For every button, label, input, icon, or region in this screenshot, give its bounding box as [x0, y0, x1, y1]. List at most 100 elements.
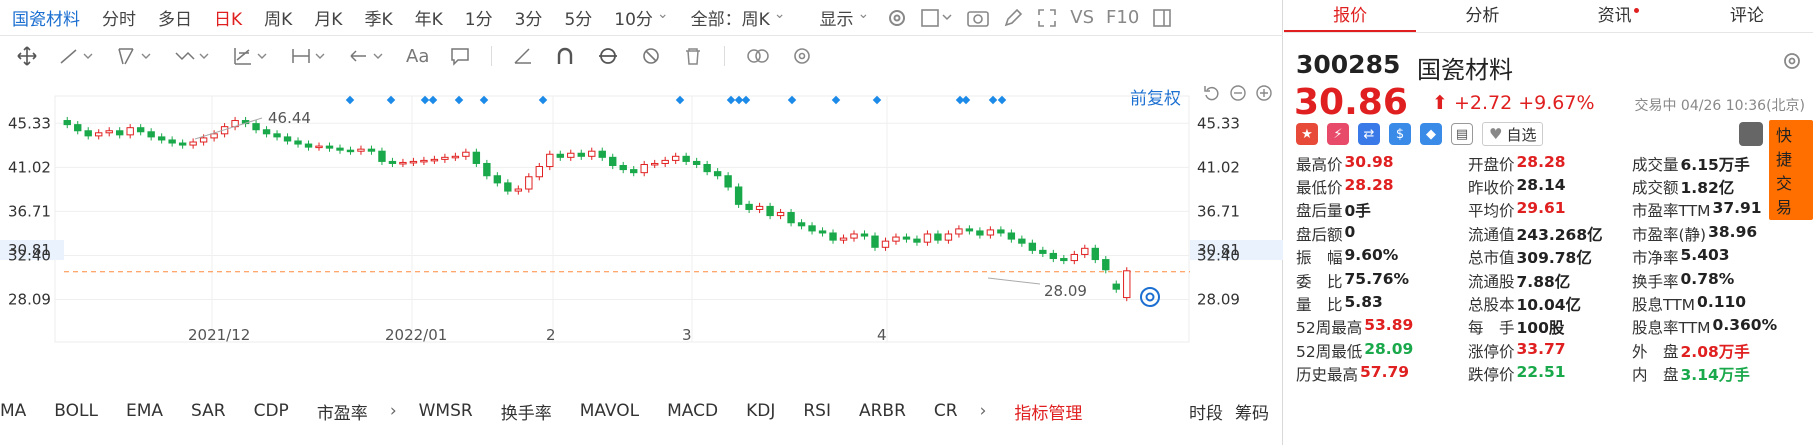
- drawing-toolbar: Aa: [0, 36, 1283, 76]
- panel-toggle-icon[interactable]: [1145, 7, 1179, 29]
- event-marker[interactable]: [428, 95, 438, 105]
- fib-tool-icon[interactable]: [232, 45, 270, 67]
- indicator-tab[interactable]: SAR: [177, 401, 240, 421]
- vs-button[interactable]: VS: [1064, 7, 1100, 28]
- margin-icon[interactable]: ⚡: [1327, 123, 1349, 145]
- stats-row: 委 比 75.76% 流通股 7.88亿 换手率 0.78%: [1284, 269, 1813, 292]
- connect-icon[interactable]: ⇄: [1358, 123, 1380, 145]
- event-marker[interactable]: [479, 95, 489, 105]
- line-tool-icon[interactable]: [58, 45, 96, 67]
- camera-icon[interactable]: [960, 7, 996, 29]
- indicator-tab[interactable]: 市盈率: [303, 399, 382, 424]
- period-tab[interactable]: 周K: [253, 5, 303, 30]
- hide-drawing-icon[interactable]: [640, 45, 662, 67]
- event-marker[interactable]: [872, 95, 882, 105]
- ruler-tool-icon[interactable]: [512, 45, 534, 67]
- indicator-tab[interactable]: RSI: [789, 401, 845, 421]
- stats-row: 52周最高 53.89 每 手 100股 股息率TTM 0.360%: [1284, 316, 1813, 339]
- watchlist-button[interactable]: ♥ 自选: [1482, 122, 1544, 146]
- indicator-management-button[interactable]: 指标管理: [994, 399, 1102, 424]
- period-tab[interactable]: 5分: [553, 5, 603, 30]
- settings-icon[interactable]: [880, 7, 914, 29]
- event-marker[interactable]: [961, 95, 971, 105]
- scope-dropdown[interactable]: 全部：周K: [680, 5, 797, 30]
- trash-icon[interactable]: [682, 45, 704, 67]
- at-icon[interactable]: [1140, 287, 1160, 307]
- move-icon[interactable]: [16, 45, 38, 67]
- indicator-tab[interactable]: WMSR: [405, 401, 487, 421]
- arrow-tool-icon[interactable]: [348, 45, 386, 67]
- period-tab[interactable]: 年K: [404, 5, 454, 30]
- bell-icon[interactable]: [1739, 122, 1763, 146]
- event-marker[interactable]: [345, 95, 355, 105]
- indicator-tab[interactable]: ARBR: [845, 401, 920, 421]
- magnet-icon[interactable]: [554, 45, 576, 67]
- tag-icon[interactable]: ◆: [1420, 123, 1442, 145]
- stock-name-link[interactable]: 国瓷材料: [0, 5, 91, 30]
- indicator-tab[interactable]: 换手率: [487, 399, 566, 424]
- dollar-icon[interactable]: $: [1389, 123, 1411, 145]
- stat-value: 243.268亿: [1516, 225, 1603, 244]
- stat-value: 309.78亿: [1516, 249, 1592, 268]
- period-tab[interactable]: 分时: [91, 5, 147, 30]
- candle-body: [472, 151, 481, 164]
- period-tab-active[interactable]: 日K: [203, 5, 253, 30]
- candle-body: [923, 233, 932, 243]
- comment-tool-icon[interactable]: [449, 45, 471, 67]
- candle-body: [619, 165, 627, 171]
- event-marker[interactable]: [741, 95, 751, 105]
- range-tool-icon[interactable]: [290, 45, 328, 67]
- stat-value: 33.77: [1516, 339, 1566, 358]
- square-dropdown-icon[interactable]: [914, 7, 960, 29]
- event-marker[interactable]: [726, 95, 736, 105]
- candle-body: [703, 163, 711, 173]
- indicator-tab[interactable]: MA: [0, 401, 40, 421]
- china-flag-icon[interactable]: ★: [1296, 123, 1318, 145]
- session-tab[interactable]: 时段: [1189, 399, 1223, 424]
- pencil-icon[interactable]: [996, 7, 1030, 29]
- event-marker[interactable]: [386, 95, 396, 105]
- lock-drawing-icon[interactable]: [596, 45, 620, 67]
- chevron-right-icon[interactable]: ›: [382, 401, 405, 421]
- stat-label: 盘后量: [1296, 202, 1343, 221]
- indicator-tab[interactable]: KDJ: [732, 401, 789, 421]
- chip-tab[interactable]: 筹码: [1235, 399, 1269, 424]
- event-marker[interactable]: [420, 95, 430, 105]
- fullscreen-icon[interactable]: [1030, 7, 1064, 29]
- chevron-right-icon[interactable]: ›: [972, 401, 995, 421]
- candlestick-chart[interactable]: 30.81 30.81 46.44 28.09 2021/12 2022/01 …: [0, 76, 1283, 386]
- period-tab[interactable]: 3分: [504, 5, 554, 30]
- stat-label: 内 盘: [1632, 366, 1679, 385]
- indicator-tab[interactable]: BOLL: [40, 401, 112, 421]
- event-marker[interactable]: [675, 95, 685, 105]
- wave-tool-icon[interactable]: [174, 45, 212, 67]
- stock-name: 国瓷材料: [1417, 56, 1513, 84]
- f10-button[interactable]: F10: [1100, 7, 1145, 28]
- indicator-tab[interactable]: MAVOL: [566, 401, 653, 421]
- candle-body: [965, 228, 974, 232]
- event-marker[interactable]: [831, 95, 841, 105]
- channel-tool-icon[interactable]: [116, 45, 154, 67]
- period-tab[interactable]: 季K: [353, 5, 403, 30]
- period-tab[interactable]: 1分: [454, 5, 504, 30]
- text-tool-icon[interactable]: Aa: [406, 46, 429, 67]
- period-tab[interactable]: 10分: [603, 5, 679, 30]
- event-marker[interactable]: [988, 95, 998, 105]
- indicator-tab[interactable]: CDP: [240, 401, 303, 421]
- candle-body: [1091, 247, 1099, 261]
- overlay-icon[interactable]: [745, 45, 771, 67]
- candle-body: [871, 235, 879, 248]
- display-dropdown[interactable]: 显示: [809, 5, 881, 30]
- event-marker[interactable]: [787, 95, 797, 105]
- toolbar-settings-icon[interactable]: [791, 45, 813, 67]
- indicator-tab[interactable]: CR: [920, 401, 972, 421]
- event-marker[interactable]: [454, 95, 464, 105]
- event-marker[interactable]: [997, 95, 1007, 105]
- period-tab[interactable]: 多日: [147, 5, 203, 30]
- event-marker[interactable]: [538, 95, 548, 105]
- note-icon[interactable]: ▤: [1451, 123, 1473, 145]
- indicator-tab[interactable]: MACD: [653, 401, 732, 421]
- indicator-tab[interactable]: EMA: [112, 401, 177, 421]
- period-tab[interactable]: 月K: [303, 5, 353, 30]
- gear-icon[interactable]: [1781, 50, 1803, 76]
